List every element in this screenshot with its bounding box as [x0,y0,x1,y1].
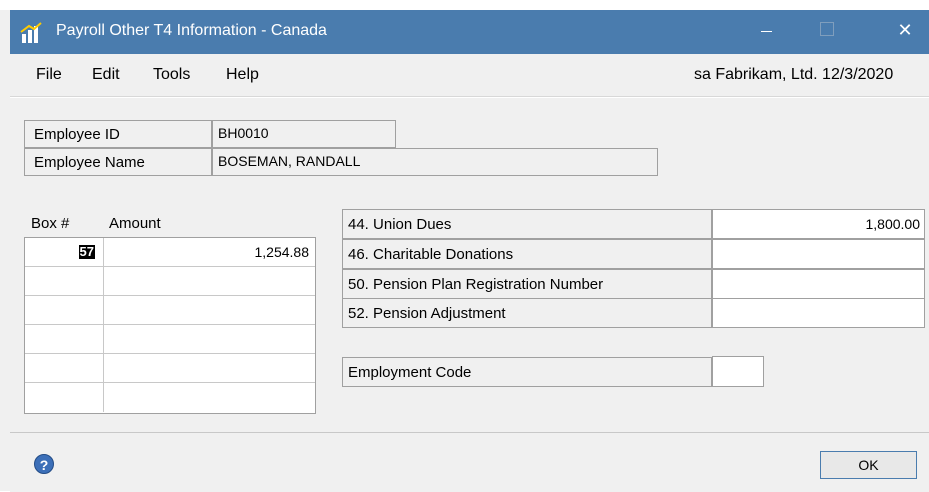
amount-cell[interactable] [104,296,315,324]
pension-adjustment-label-box: 52. Pension Adjustment [342,298,712,328]
table-row[interactable] [25,354,315,383]
menu-edit[interactable]: Edit [92,66,120,84]
table-row[interactable] [25,267,315,296]
maximize-button[interactable] [820,22,834,36]
box-cell-value[interactable]: 57 [78,245,95,259]
union-dues-input[interactable]: 1,800.00 [712,209,925,239]
window-title: Payroll Other T4 Information - Canada [56,22,327,39]
box-cell[interactable] [25,296,104,324]
charitable-donations-label-box: 46. Charitable Donations [342,239,712,269]
menu-tools[interactable]: Tools [153,66,190,84]
menu-help[interactable]: Help [226,66,259,84]
amount-cell[interactable] [104,354,315,382]
amount-cell[interactable]: 1,254.88 [104,238,315,266]
box-cell[interactable] [25,267,104,295]
employee-name-field: BOSEMAN, RANDALL [212,148,658,176]
box-cell[interactable]: 57 [25,238,104,266]
box-cell[interactable] [25,325,104,353]
union-dues-label-box: 44. Union Dues [342,209,712,239]
ok-button[interactable]: OK [820,451,917,479]
box-number-header: Box # [31,215,70,232]
help-icon[interactable]: ? [34,454,54,474]
amount-cell[interactable] [104,383,315,412]
employment-code-label: Employment Code [348,364,472,381]
box-amount-grid: 57 1,254.88 [24,237,316,414]
pension-registration-label: 50. Pension Plan Registration Number [348,276,604,293]
employee-id-label: Employee ID [34,126,120,143]
pension-adjustment-label: 52. Pension Adjustment [348,305,506,322]
pension-adjustment-input[interactable] [712,298,925,328]
box-cell[interactable] [25,354,104,382]
table-row[interactable] [25,383,315,412]
pension-registration-label-box: 50. Pension Plan Registration Number [342,269,712,299]
menu-file[interactable]: File [36,66,62,84]
amount-cell[interactable] [104,267,315,295]
minimize-button[interactable] [752,18,782,42]
amount-cell[interactable] [104,325,315,353]
employee-id-field[interactable]: BH0010 [212,120,396,148]
amount-header: Amount [109,215,161,232]
table-row[interactable] [25,296,315,325]
employment-code-label-box: Employment Code [342,357,712,387]
user-company-date: sa Fabrikam, Ltd. 12/3/2020 [694,66,894,83]
box-cell[interactable] [25,383,104,412]
charitable-donations-input[interactable] [712,239,925,269]
app-icon [20,22,42,43]
charitable-donations-label: 46. Charitable Donations [348,246,514,263]
pension-registration-input[interactable] [712,269,925,299]
employee-name-label: Employee Name [34,154,145,171]
close-button[interactable]: ✕ [890,16,920,44]
table-row[interactable]: 57 1,254.88 [25,238,315,267]
union-dues-label: 44. Union Dues [348,216,452,233]
employment-code-input[interactable] [712,356,764,387]
table-row[interactable] [25,325,315,354]
footer-bar [10,432,929,492]
